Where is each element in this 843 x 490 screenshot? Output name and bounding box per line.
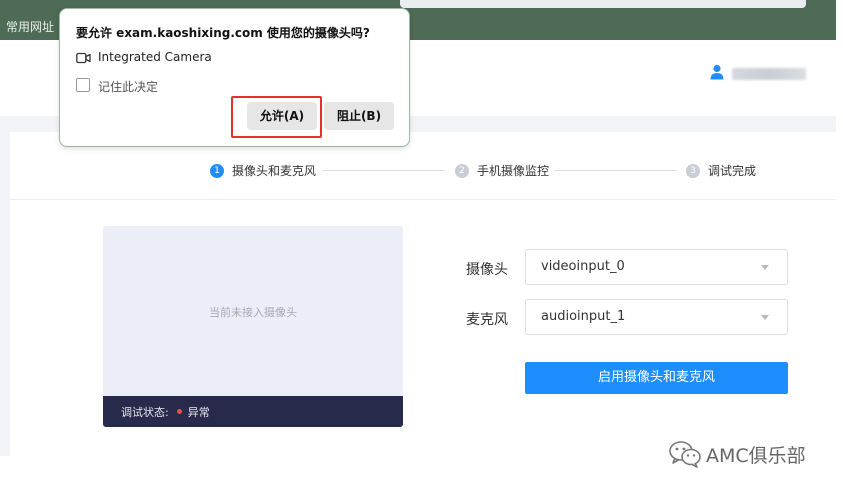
page: 常用网址 1 摄像头和麦克风 2 手机摄像监控 3 调试完成 当前未接入摄像头 … [0, 0, 843, 490]
camera-placeholder-text: 当前未接入摄像头 [209, 306, 297, 319]
user-name-redacted[interactable] [732, 68, 806, 80]
step-number: 1 [210, 163, 224, 178]
step-phone-monitor: 2 手机摄像监控 [455, 162, 549, 179]
camera-select-value: videoinput_0 [541, 259, 625, 274]
watermark-text: AMC俱乐部 [706, 444, 806, 467]
user-icon[interactable] [710, 64, 724, 80]
wechat-icon [669, 441, 701, 468]
address-bar-edge [400, 0, 806, 8]
right-edge [836, 0, 843, 490]
step-label: 摄像头和麦克风 [232, 164, 317, 178]
remember-decision-checkbox[interactable] [76, 78, 90, 92]
chevron-down-icon [761, 265, 769, 270]
camera-permission-popup: 要允许 exam.kaoshixing.com 使用您的摄像头吗? Integr… [59, 8, 410, 147]
status-dot-icon [176, 409, 182, 414]
permission-title: 要允许 exam.kaoshixing.com 使用您的摄像头吗? [76, 26, 370, 40]
step-label: 手机摄像监控 [477, 164, 550, 178]
remember-decision-label[interactable]: 记住此决定 [98, 78, 158, 95]
allow-button[interactable]: 允许(A) [247, 102, 317, 130]
mic-select[interactable]: audioinput_1 [525, 299, 788, 335]
step-number: 3 [686, 163, 700, 178]
debug-status-label: 调试状态: [121, 405, 169, 419]
enable-camera-mic-button[interactable]: 启用摄像头和麦克风 [525, 362, 788, 394]
debug-status-bar: 调试状态: 异常 [103, 396, 403, 427]
mic-select-value: audioinput_1 [541, 309, 626, 324]
step-connector [322, 170, 444, 171]
camera-device-name: Integrated Camera [98, 50, 212, 64]
step-debug-complete: 3 调试完成 [686, 162, 756, 179]
debug-status-value: 异常 [187, 405, 210, 419]
bookmark-common-sites[interactable]: 常用网址 [6, 18, 54, 35]
camera-icon [76, 52, 91, 64]
camera-label: 摄像头 [466, 262, 508, 278]
watermark: AMC俱乐部 [668, 440, 806, 468]
step-camera-mic: 1 摄像头和麦克风 [210, 162, 316, 179]
step-connector [554, 170, 676, 171]
mic-label: 麦克风 [466, 312, 508, 328]
step-number: 2 [455, 163, 469, 178]
device-check-card: 1 摄像头和麦克风 2 手机摄像监控 3 调试完成 当前未接入摄像头 调试状态:… [10, 132, 836, 456]
step-label: 调试完成 [708, 164, 757, 178]
camera-select[interactable]: videoinput_0 [525, 249, 788, 285]
chevron-down-icon [761, 315, 769, 320]
block-button[interactable]: 阻止(B) [324, 102, 394, 130]
